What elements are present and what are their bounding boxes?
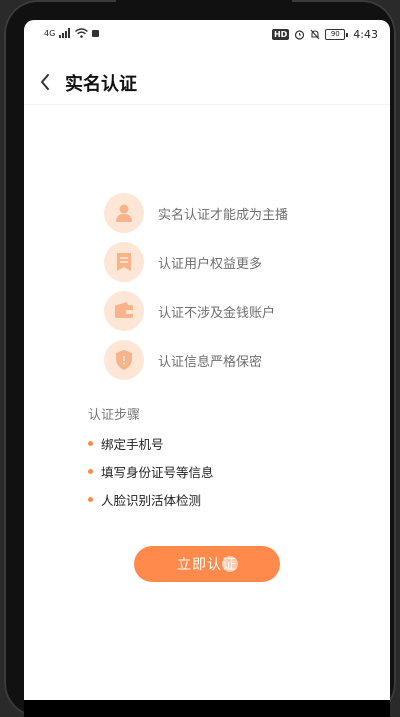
back-button[interactable] — [34, 68, 58, 96]
shield-icon — [104, 340, 144, 380]
step-item: 绑定手机号 — [88, 434, 164, 453]
benefit-text: 认证信息严格保密 — [158, 354, 263, 370]
signal-type-label: 4G — [44, 28, 56, 38]
bullet-dot — [88, 497, 93, 502]
hd-badge: HD — [271, 29, 290, 40]
bottom-bar — [24, 700, 390, 717]
alarm-icon — [295, 30, 305, 40]
phone-frame: 4G HD 90 4:43 实名认证 实名认证才能成为主播 认证用户权益更多 认… — [4, 0, 396, 717]
step-item: 填写身份证号等信息 — [88, 462, 214, 481]
benefit-text: 认证用户权益更多 — [158, 256, 263, 272]
benefit-text: 实名认证才能成为主播 — [158, 207, 289, 223]
status-bar: 4G HD 90 4:43 — [24, 20, 390, 50]
benefit-item-rights: 认证用户权益更多 — [104, 242, 262, 282]
nav-header: 实名认证 — [24, 60, 390, 105]
user-icon — [104, 193, 144, 233]
camera-notch — [116, 0, 292, 12]
status-time: 4:43 — [353, 28, 378, 41]
step-text: 人脸识别活体检测 — [101, 493, 202, 508]
battery-icon: 90 — [325, 29, 349, 40]
bullet-dot — [88, 469, 93, 474]
benefit-item-privacy: 认证信息严格保密 — [104, 340, 262, 380]
verify-now-button[interactable]: 立即认证 — [134, 546, 280, 582]
battery-level: 90 — [325, 29, 346, 40]
chevron-left-icon — [41, 74, 49, 90]
wifi-icon — [75, 28, 89, 38]
step-item: 人脸识别活体检测 — [88, 490, 201, 509]
steps-title: 认证步骤 — [88, 408, 141, 423]
benefit-item-host: 实名认证才能成为主播 — [104, 193, 288, 233]
screen: 4G HD 90 4:43 实名认证 实名认证才能成为主播 认证用户权益更多 认… — [24, 20, 390, 700]
step-text: 绑定手机号 — [101, 437, 164, 452]
page-title: 实名认证 — [65, 74, 137, 95]
benefit-item-money: 认证不涉及金钱账户 — [104, 291, 275, 331]
touch-indicator — [222, 556, 238, 572]
wallet-icon — [104, 291, 144, 331]
benefit-text: 认证不涉及金钱账户 — [158, 305, 276, 321]
bookmark-icon — [104, 242, 144, 282]
mute-icon — [310, 29, 320, 40]
bullet-dot — [88, 441, 93, 446]
step-text: 填写身份证号等信息 — [101, 465, 214, 480]
notification-icon — [92, 29, 100, 37]
signal-icon — [59, 28, 71, 38]
